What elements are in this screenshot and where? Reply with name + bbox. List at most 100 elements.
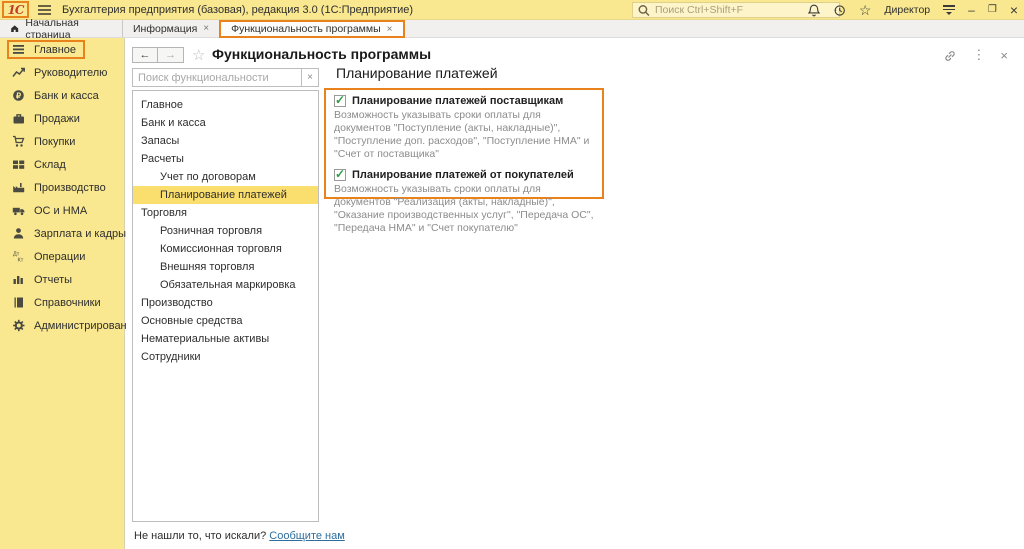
nav-item-fixed-assets[interactable]: Основные средства — [133, 312, 318, 330]
feedback-line: Не нашли то, что искали? Сообщите нам — [134, 530, 345, 542]
back-button[interactable]: ← — [132, 47, 158, 63]
search-icon — [637, 4, 651, 17]
favorites-star-icon[interactable]: ☆ — [859, 3, 872, 17]
sidebar-item-purchases[interactable]: Покупки — [0, 130, 124, 153]
minimize-icon[interactable]: – — [968, 4, 975, 16]
option-customer-payments[interactable]: ✓ Планирование платежей от покупателей — [334, 169, 594, 181]
svg-text:Кт: Кт — [18, 258, 24, 264]
nav-item-trade[interactable]: Торговля — [133, 204, 318, 222]
person-icon — [12, 227, 26, 240]
bar-chart-icon — [12, 273, 26, 286]
sidebar-item-label: Склад — [34, 159, 66, 171]
nav-item-stock[interactable]: Запасы — [133, 132, 318, 150]
functionality-search-placeholder: Поиск функциональности — [133, 69, 301, 86]
checkbox-supplier-payments[interactable]: ✓ — [334, 95, 346, 107]
close-window-icon[interactable]: × — [1010, 3, 1018, 17]
payment-planning-options: ✓ Планирование платежей поставщикам Возм… — [324, 88, 604, 199]
sidebar-item-label: Производство — [34, 182, 106, 194]
option-description: Возможность указывать сроки оплаты для д… — [334, 109, 594, 162]
get-link-icon[interactable] — [943, 49, 957, 62]
nav-item-bank-cash[interactable]: Банк и касса — [133, 114, 318, 132]
briefcase-icon — [12, 112, 26, 125]
nav-item-mandatory-labeling[interactable]: Обязательная маркировка — [133, 276, 318, 294]
sidebar-item-directories[interactable]: Справочники — [0, 291, 124, 314]
tab-information-label: Информация — [133, 23, 197, 35]
app-logo-annotation: 1С — [2, 1, 29, 18]
tab-functionality-label: Функциональность программы — [231, 23, 381, 35]
tab-information-close-icon[interactable]: × — [203, 23, 209, 34]
title-bar: 1С Бухгалтерия предприятия (базовая), ре… — [0, 0, 1024, 20]
menu-lines-icon — [12, 43, 26, 56]
main-menu-icon[interactable] — [38, 5, 51, 15]
more-menu-icon[interactable]: ⋮ — [972, 47, 985, 63]
nav-item-payment-planning[interactable]: Планирование платежей — [133, 186, 318, 204]
sidebar-item-label: Руководителю — [34, 67, 107, 79]
sidebar-item-label: Продажи — [34, 113, 80, 125]
nav-item-contract-accounting[interactable]: Учет по договорам — [133, 168, 318, 186]
global-search-placeholder: Поиск Ctrl+Shift+F — [655, 4, 743, 16]
feedback-link[interactable]: Сообщите нам — [269, 530, 345, 542]
trend-chart-icon — [12, 66, 26, 79]
sidebar-item-sales[interactable]: Продажи — [0, 107, 124, 130]
nav-item-employees[interactable]: Сотрудники — [133, 348, 318, 366]
tab-information[interactable]: Информация × — [122, 20, 219, 37]
sidebar-item-fixed-assets[interactable]: ОС и НМА — [0, 199, 124, 222]
feedback-question: Не нашли то, что искали? — [134, 530, 266, 542]
option-description: Возможность указывать сроки оплаты для д… — [334, 183, 594, 236]
favorite-star-icon[interactable]: ☆ — [192, 46, 205, 64]
sidebar-item-label: Главное — [34, 44, 76, 56]
main-content: ← → ☆ Функциональность программы ⋮ × Пои… — [126, 38, 1024, 549]
debit-credit-icon: Дт Кт — [12, 250, 26, 263]
tab-home[interactable]: Начальная страница — [0, 20, 122, 37]
checkbox-customer-payments[interactable]: ✓ — [334, 169, 346, 181]
functionality-nav-list: Главное Банк и касса Запасы Расчеты Учет… — [132, 90, 319, 522]
sidebar-item-administration[interactable]: Администрирование — [0, 314, 124, 337]
notifications-bell-icon[interactable] — [808, 4, 820, 17]
service-menu-icon[interactable] — [943, 5, 955, 15]
sidebar-item-bank-cash[interactable]: ₽ Банк и касса — [0, 84, 124, 107]
sidebar-item-operations[interactable]: Дт Кт Операции — [0, 245, 124, 268]
history-icon[interactable] — [833, 4, 846, 17]
sidebar-item-manager[interactable]: Руководителю — [0, 61, 124, 84]
sidebar-item-label: Покупки — [34, 136, 75, 148]
tab-functionality-close-icon[interactable]: × — [387, 24, 393, 35]
option-supplier-payments[interactable]: ✓ Планирование платежей поставщикам — [334, 95, 594, 107]
sidebar-item-main[interactable]: Главное — [0, 38, 124, 61]
clear-search-icon[interactable]: × — [301, 69, 318, 86]
panel-heading: Планирование платежей — [336, 65, 498, 81]
checkbox-checked-icon: ✓ — [335, 93, 345, 107]
current-user[interactable]: Директор — [884, 4, 930, 16]
restore-window-icon[interactable]: ❐ — [988, 5, 997, 15]
nav-item-settlements[interactable]: Расчеты — [133, 150, 318, 168]
option-label[interactable]: Планирование платежей от покупателей — [352, 169, 574, 181]
option-label[interactable]: Планирование платежей поставщикам — [352, 95, 563, 107]
1c-logo: 1С — [8, 3, 24, 17]
sidebar-item-label: Зарплата и кадры — [34, 228, 126, 240]
sidebar-item-reports[interactable]: Отчеты — [0, 268, 124, 291]
tab-functionality[interactable]: Функциональность программы × — [219, 20, 404, 38]
ruble-circle-icon: ₽ — [12, 89, 26, 102]
window-title: Бухгалтерия предприятия (базовая), редак… — [62, 4, 413, 16]
forward-button[interactable]: → — [158, 47, 184, 63]
sidebar-item-payroll-hr[interactable]: Зарплата и кадры — [0, 222, 124, 245]
functionality-search-input[interactable]: Поиск функциональности × — [132, 68, 319, 87]
nav-item-commission-trade[interactable]: Комиссионная торговля — [133, 240, 318, 258]
sidebar-item-label: ОС и НМА — [34, 205, 87, 217]
nav-item-foreign-trade[interactable]: Внешняя торговля — [133, 258, 318, 276]
nav-item-main[interactable]: Главное — [133, 96, 318, 114]
nav-item-intangible-assets[interactable]: Нематериальные активы — [133, 330, 318, 348]
tab-home-label: Начальная страница — [25, 17, 112, 41]
home-icon — [10, 23, 19, 34]
nav-item-retail-trade[interactable]: Розничная торговля — [133, 222, 318, 240]
truck-icon — [12, 204, 26, 217]
grid-boxes-icon — [12, 158, 26, 171]
nav-item-production[interactable]: Производство — [133, 294, 318, 312]
book-icon — [12, 296, 26, 309]
cart-icon — [12, 135, 26, 148]
tab-bar: Начальная страница Информация × Функцион… — [0, 20, 1024, 38]
sidebar-item-production[interactable]: Производство — [0, 176, 124, 199]
close-form-icon[interactable]: × — [1000, 48, 1008, 63]
sidebar-item-label: Администрирование — [34, 320, 139, 332]
factory-icon — [12, 181, 26, 194]
sidebar-item-warehouse[interactable]: Склад — [0, 153, 124, 176]
